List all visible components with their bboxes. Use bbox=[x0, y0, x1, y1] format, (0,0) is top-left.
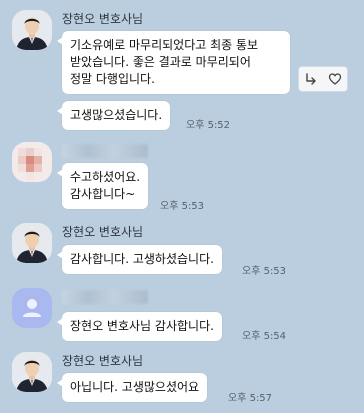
avatar-lawyer[interactable] bbox=[12, 352, 52, 392]
message-bubble[interactable]: 아닙니다. 고생많으셨어요 bbox=[56, 373, 208, 402]
timestamp: 오후 5:53 bbox=[242, 266, 287, 277]
avatar-lawyer[interactable] bbox=[12, 223, 52, 263]
timestamp: 오후 5:57 bbox=[228, 393, 273, 404]
message-actions bbox=[298, 66, 348, 92]
message-bubble[interactable]: 감사합니다. 고생하셨습니다. bbox=[57, 245, 222, 274]
avatar-client-blurred[interactable] bbox=[12, 142, 52, 182]
message-bubble[interactable]: 수고하셨어요. 감사합니다~ bbox=[56, 163, 149, 209]
timestamp: 오후 5:52 bbox=[186, 120, 231, 131]
timestamp: 오후 5:54 bbox=[242, 331, 287, 342]
sender-name: 장현오 변호사님 bbox=[62, 12, 144, 26]
message-bubble[interactable]: 기소유예로 마무리되었다고 최종 통보 받았습니다. 좋은 결과로 마무리되어 정말… bbox=[57, 31, 290, 94]
sender-name: 장현오 변호사님 bbox=[62, 225, 144, 239]
lawyer-photo bbox=[12, 352, 52, 392]
timestamp: 오후 5:53 bbox=[160, 201, 205, 212]
avatar-default[interactable] bbox=[12, 288, 52, 328]
reply-arrow-icon[interactable] bbox=[300, 68, 322, 90]
lawyer-photo bbox=[12, 223, 52, 263]
message-bubble[interactable]: 장현오 변호사님 감사합니다. bbox=[57, 312, 222, 341]
message-bubble[interactable]: 고생많으셨습니다. bbox=[56, 101, 171, 130]
sender-name-blurred bbox=[62, 144, 148, 158]
avatar-lawyer[interactable] bbox=[12, 10, 52, 50]
sender-name-blurred bbox=[62, 290, 148, 304]
heart-outline-icon[interactable] bbox=[324, 68, 346, 90]
sender-name: 장현오 변호사님 bbox=[62, 354, 144, 368]
blurred-photo bbox=[12, 142, 52, 182]
person-icon bbox=[12, 288, 52, 328]
lawyer-photo bbox=[12, 10, 52, 50]
